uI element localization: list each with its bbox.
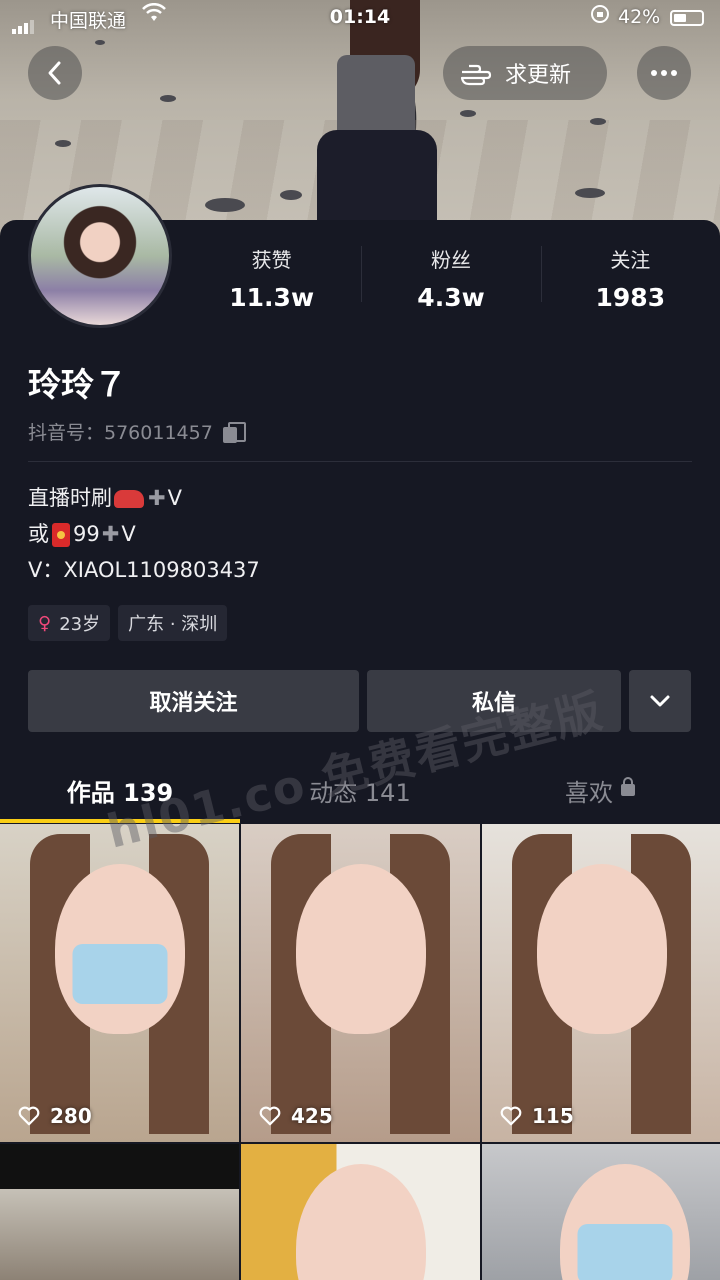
pigeon <box>160 95 176 102</box>
battery-icon <box>670 10 704 26</box>
stat-label: 获赞 <box>251 248 292 272</box>
stat-value: 1983 <box>595 283 666 312</box>
request-update-button[interactable]: 求更新 <box>443 46 607 100</box>
orientation-lock-icon <box>590 4 610 29</box>
stat-followers[interactable]: 粉丝 4.3w <box>361 240 540 312</box>
profile-name: 玲玲７ <box>28 365 127 404</box>
video-thumbnail[interactable] <box>0 1144 239 1280</box>
plus-emoji-icon: ✚ <box>101 522 120 546</box>
bio-text: 99 <box>73 522 100 546</box>
video-thumbnail[interactable]: 115 <box>482 824 720 1142</box>
heart-icon <box>18 1106 40 1126</box>
tab-likes[interactable]: 喜欢 <box>480 760 720 820</box>
more-dots-icon <box>651 70 657 76</box>
recommend-dropdown-button[interactable] <box>629 670 691 732</box>
profile-tags: ♀ 23岁 广东 · 深圳 <box>28 605 228 641</box>
divider <box>28 461 692 462</box>
bio-line-1: 直播时刷 ✚V <box>28 480 260 516</box>
pigeon <box>280 190 302 200</box>
pigeon <box>575 188 605 198</box>
avatar[interactable] <box>28 184 172 328</box>
status-bar: 中国联通 01:14 42% <box>0 0 720 36</box>
douyin-id-text: 抖音号：576011457 <box>28 422 213 444</box>
red-envelope-emoji-icon <box>52 523 70 547</box>
car-emoji-icon <box>114 490 144 508</box>
video-thumbnail[interactable]: 425 <box>241 824 480 1142</box>
face-mask <box>72 944 167 1004</box>
like-count: 425 <box>259 1104 333 1128</box>
age-text: 23岁 <box>59 614 101 635</box>
tab-activity[interactable]: 动态 141 <box>240 760 480 820</box>
tab-label: 作品 139 <box>66 778 174 807</box>
female-icon: ♀ <box>38 612 52 634</box>
unfollow-button[interactable]: 取消关注 <box>28 670 359 732</box>
bio-text: 直播时刷 <box>28 486 112 510</box>
like-count-text: 280 <box>50 1104 92 1128</box>
request-update-label: 求更新 <box>505 63 572 88</box>
tab-works[interactable]: 作品 139 <box>0 760 240 823</box>
pigeon <box>205 198 245 212</box>
bio-line-3: V：XIAOL1109803437 <box>28 558 260 582</box>
age-tag: ♀ 23岁 <box>28 605 111 641</box>
pointing-hand-icon <box>460 64 492 86</box>
video-thumbnail[interactable]: 280 <box>0 824 239 1142</box>
pigeon <box>460 110 476 117</box>
message-button[interactable]: 私信 <box>367 670 621 732</box>
video-grid: 280 425 115 <box>0 824 720 1280</box>
location-tag: 广东 · 深圳 <box>118 605 228 641</box>
douyin-id: 抖音号：576011457 <box>28 418 246 445</box>
stat-following[interactable]: 关注 1983 <box>540 240 720 312</box>
pigeon <box>590 118 606 125</box>
tab-label: 动态 141 <box>309 778 411 807</box>
clock: 01:14 <box>329 6 391 28</box>
stat-label: 粉丝 <box>430 248 471 272</box>
plus-emoji-icon: ✚ <box>148 486 166 510</box>
back-button[interactable] <box>28 46 82 100</box>
heart-icon <box>259 1106 281 1126</box>
profile-bio: 直播时刷 ✚V 或 99✚V V：XIAOL1109803437 <box>28 480 260 588</box>
stat-likes[interactable]: 获赞 11.3w <box>182 240 361 312</box>
chevron-down-icon <box>650 695 670 707</box>
stat-value: 11.3w <box>229 283 315 312</box>
stat-label: 关注 <box>610 248 651 272</box>
heart-icon <box>500 1106 522 1126</box>
lock-icon <box>621 777 635 796</box>
pigeon <box>55 140 71 147</box>
bio-text: V <box>121 522 136 546</box>
like-count: 115 <box>500 1104 574 1128</box>
like-count: 280 <box>18 1104 92 1128</box>
like-count-text: 425 <box>291 1104 333 1128</box>
chevron-left-icon <box>48 61 61 85</box>
battery-percent: 42% <box>618 6 661 28</box>
location-text: 广东 · 深圳 <box>128 614 218 635</box>
bio-line-2: 或 99✚V <box>28 516 260 552</box>
copy-icon[interactable] <box>222 421 246 443</box>
video-thumbnail[interactable] <box>482 1144 720 1280</box>
stat-value: 4.3w <box>417 283 485 312</box>
like-count-text: 115 <box>532 1104 574 1128</box>
pigeon <box>95 40 105 45</box>
tab-label: 喜欢 <box>565 778 613 807</box>
video-thumbnail[interactable] <box>241 1144 480 1280</box>
bio-text: V <box>167 486 182 510</box>
profile-stats: 获赞 11.3w 粉丝 4.3w 关注 1983 <box>182 240 720 312</box>
bio-text: 或 <box>28 522 49 546</box>
action-buttons: 取消关注 私信 <box>28 670 691 732</box>
content-tabs: 作品 139 动态 141 喜欢 <box>0 760 720 823</box>
more-button[interactable] <box>637 46 691 100</box>
